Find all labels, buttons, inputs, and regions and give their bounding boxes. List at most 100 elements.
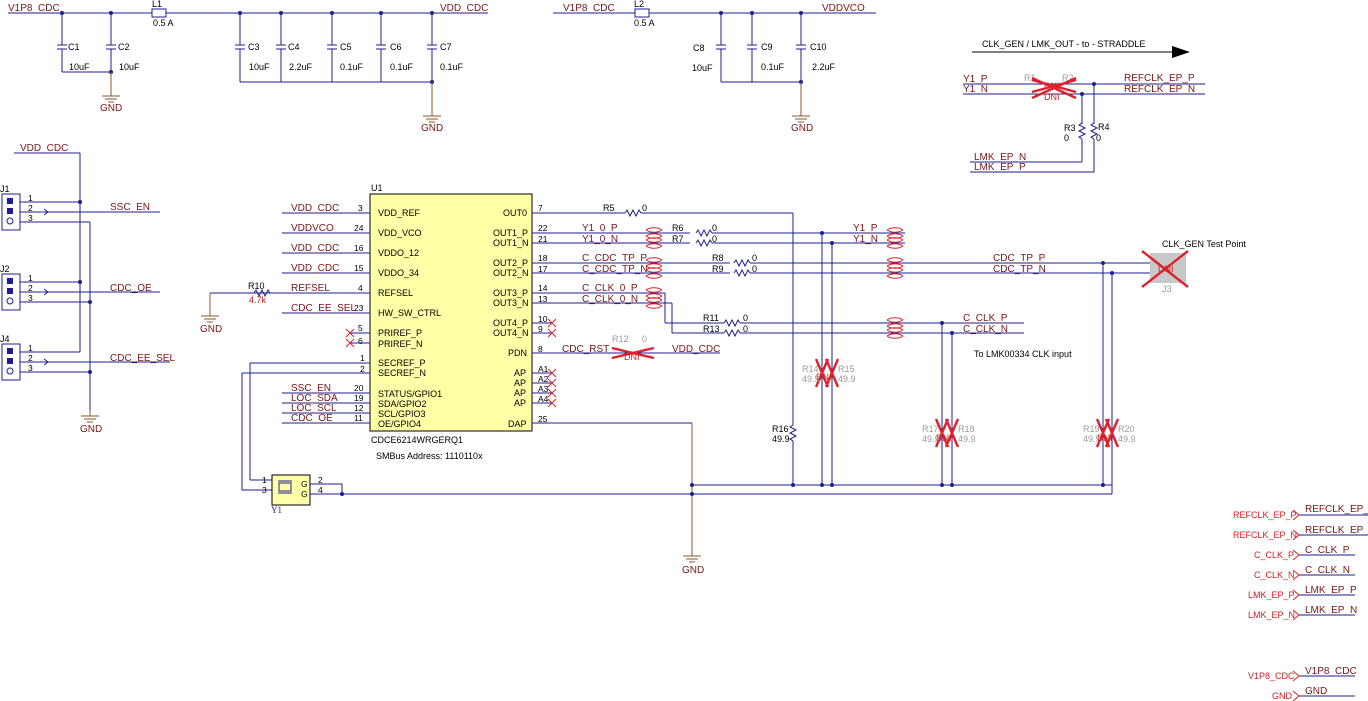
pin4-name: REFSEL: [378, 288, 413, 298]
refclk-ep-n-label: REFCLK_EP_N: [1124, 84, 1195, 95]
port-c-clk-n: C_CLK_N C_CLK_N: [1254, 565, 1355, 581]
j1-ref: J1: [0, 184, 10, 194]
port-flag-gnd: GND: [1272, 691, 1293, 701]
pin6-name: PRIREF_N: [378, 339, 423, 349]
r5-ref: R5: [603, 203, 615, 213]
out4n-name: OUT4_N: [493, 328, 529, 338]
pin1-num: 1: [360, 353, 365, 363]
out1p-num: 22: [538, 223, 548, 233]
y1-ref: Y1: [271, 505, 282, 515]
pdn-vdd-cdc-label: VDD_CDC: [672, 344, 720, 355]
l2-value: 0.5 A: [634, 18, 655, 28]
pin24-name: VDD_VCO: [378, 228, 422, 238]
pin19-num: 19: [354, 393, 364, 403]
pin20-name: STATUS/GPIO1: [378, 389, 442, 399]
j3-ref: J3: [1162, 284, 1172, 294]
r7-ref: R7: [672, 234, 684, 244]
out1p-name: OUT1_P: [493, 228, 528, 238]
c4-value: 2.2uF: [289, 62, 313, 72]
r3-value: 0: [1064, 133, 1069, 143]
c1-value: 10uF: [69, 62, 90, 72]
dap-name: DAP: [508, 419, 527, 429]
y1-g1: G: [301, 479, 308, 489]
c6-ref: C6: [390, 42, 402, 52]
out3p-name: OUT3_P: [493, 288, 528, 298]
c8-value: 10uF: [692, 63, 713, 73]
r5-value: 0: [642, 203, 647, 213]
port-flag-v1p8-cdc: V1P8_CDC: [1248, 671, 1295, 681]
c5-ref: C5: [340, 42, 352, 52]
c10-ref: C10: [810, 42, 827, 52]
arrow-right-icon: [1172, 46, 1190, 58]
ic-left-pins: VDD_CDC 3 VDD_REF VDDVCO 24 VDD_VCO VDD_…: [242, 203, 442, 429]
r12-ref: R12: [612, 334, 629, 344]
c-clk-p-label: C_CLK_P: [963, 313, 1008, 324]
out3p-num: 14: [538, 283, 548, 293]
cdc-oe-label: CDC_OE: [110, 283, 152, 294]
r15-value: 49.9: [838, 374, 856, 384]
c4-ref: C4: [288, 42, 300, 52]
pin23-num: 23: [354, 303, 364, 313]
y1-pin3: 3: [262, 485, 267, 495]
ap1-name: AP: [514, 368, 526, 378]
y1-g2: G: [301, 489, 308, 499]
c5-value: 0.1uF: [340, 62, 364, 72]
port-c-clk-p: C_CLK_P C_CLK_P: [1254, 545, 1355, 561]
pin23-name: HW_SW_CTRL: [378, 308, 441, 318]
cdc-tp-p-label: CDC_TP_P: [993, 253, 1046, 264]
port-flag-refclk-ep-p: REFCLK_EP_P: [1233, 510, 1297, 520]
c2-ref: C2: [118, 42, 130, 52]
lmk-note: To LMK00334 CLK input: [974, 349, 1072, 359]
r16-ref: R16: [772, 424, 789, 434]
out3p-net: C_CLK_0_P: [582, 283, 638, 294]
j2-ref: J2: [0, 264, 10, 274]
l2-ref: L2: [634, 0, 644, 9]
r20-ref: R20: [1118, 424, 1135, 434]
pin3-net: VDD_CDC: [291, 203, 339, 214]
dni-label-r2: DNI: [1044, 92, 1060, 102]
c3-ref: C3: [248, 42, 260, 52]
r11-ref: R11: [703, 313, 719, 323]
r4-value: 0: [1096, 133, 1101, 143]
pin11-net: CDC_OE: [291, 413, 333, 424]
c9-value: 0.1uF: [761, 62, 785, 72]
y1-pin1: 1: [262, 475, 267, 485]
port-net-c-clk-p: C_CLK_P: [1305, 545, 1350, 556]
port-flag-c-clk-p: C_CLK_P: [1254, 550, 1294, 560]
straddle-section: CLK_GEN / LMK_OUT - to - STRADDLE Y1_P Y…: [963, 39, 1205, 173]
pin19-name: SDA/GPIO2: [378, 399, 427, 409]
r8-ref: R8: [712, 253, 724, 263]
v1p8-cdc-net-label: V1P8_CDC: [8, 3, 60, 14]
inductor-l1: [151, 8, 167, 18]
r6-ref: R6: [672, 223, 684, 233]
r16-value: 49.9: [772, 434, 790, 444]
pin15-name: VDDO_34: [378, 268, 419, 278]
dni-r14: DNI: [816, 372, 832, 382]
port-flag-refclk-ep-n: REFCLK_EP_N: [1233, 530, 1297, 540]
dni-r19: DNI: [1097, 433, 1113, 443]
c7-value: 0.1uF: [440, 62, 464, 72]
r12-value: 0: [642, 334, 647, 344]
r3-ref: R3: [1064, 123, 1076, 133]
power-filter-vddvco: V1P8_CDC L2 0.5 A VDDVCO C8 10uF C9 0.1u…: [553, 0, 876, 134]
r20-value: 49.9: [1118, 434, 1136, 444]
pin23-net: CDC_EE_SEL: [291, 303, 356, 314]
v1p8-cdc-net-label-2: V1P8_CDC: [563, 3, 615, 14]
pin3-name: VDD_REF: [378, 208, 421, 218]
jumper-headers: VDD_CDC GND J1 1 2 3 SSC_EN J2 1 2 3 CDC…: [0, 143, 175, 435]
lmk-ep-p-label: LMK_EP_P: [974, 162, 1026, 173]
power-filter-vdd-cdc: V1P8_CDC L1 0.5 A VDD_CDC C1 10uF C2 10u…: [8, 0, 488, 134]
ap4-name: AP: [514, 398, 526, 408]
pin15-net: VDD_CDC: [291, 263, 339, 274]
u1-ref: U1: [371, 183, 383, 193]
pin5-num: 5: [358, 323, 363, 333]
out3n-name: OUT3_N: [493, 298, 529, 308]
out2p-net: C_CDC_TP_P: [582, 253, 647, 264]
c10-value: 2.2uF: [812, 62, 836, 72]
gnd-label-2: GND: [421, 123, 443, 134]
pin16-name: VDDO_12: [378, 248, 419, 258]
output-network: R5 0 R16 49.9 R6 0 R7 0 Y1_P Y1_N R14 49…: [603, 203, 1246, 494]
pin5-name: PRIREF_P: [378, 328, 422, 338]
r13-ref: R13: [703, 324, 720, 334]
vddvco-net-label: VDDVCO: [822, 3, 865, 14]
